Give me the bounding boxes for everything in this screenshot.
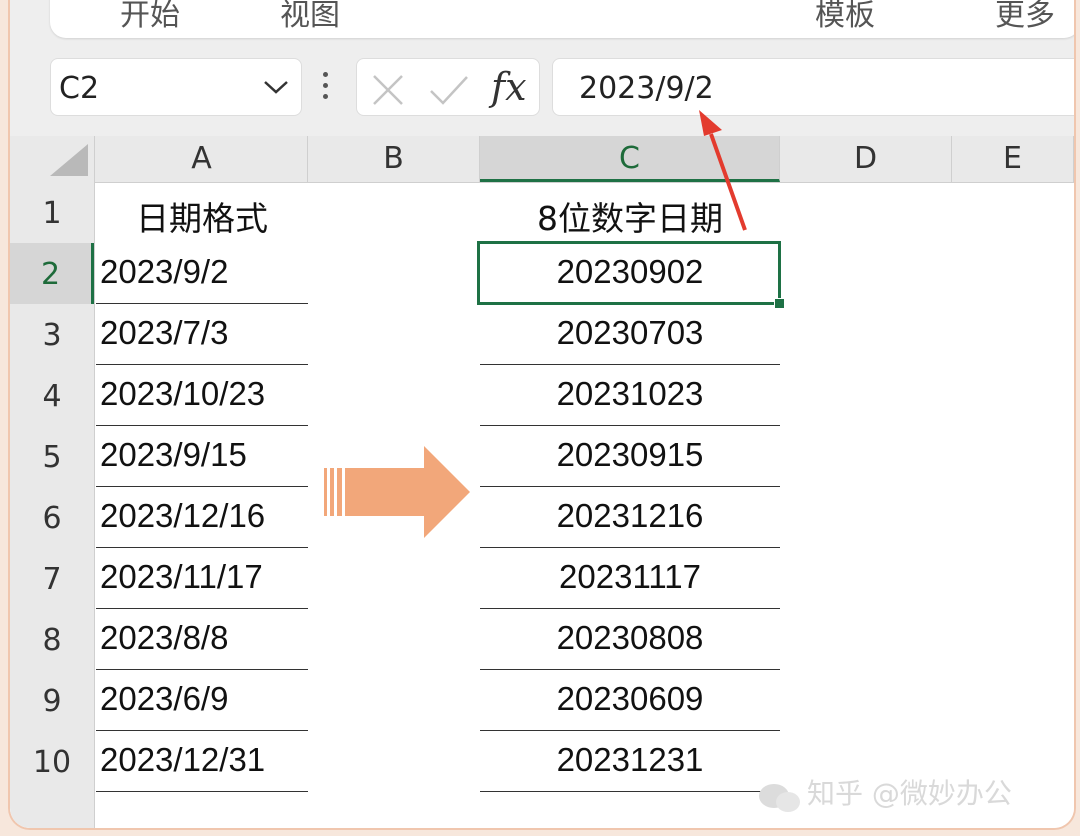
row-header-2[interactable]: 2 [10,243,94,304]
cell-a10[interactable]: 2023/12/31 [96,731,308,792]
row-header-10[interactable]: 10 [10,731,94,792]
column-header-e[interactable]: E [952,136,1074,182]
row-header-7[interactable]: 7 [10,548,94,609]
confirm-icon[interactable] [429,73,469,111]
spreadsheet-grid: A B C D E 1 2 3 4 5 6 7 8 9 10 日期格式 2023… [10,136,1074,828]
cell-c4[interactable]: 20231023 [480,365,780,426]
row-header-1[interactable]: 1 [10,182,94,243]
row-header-3[interactable]: 3 [10,304,94,365]
chevron-down-icon[interactable] [263,79,289,99]
name-box[interactable]: C2 [50,58,302,116]
row-header-9[interactable]: 9 [10,670,94,731]
row-header-6[interactable]: 6 [10,487,94,548]
row-header-column: 1 2 3 4 5 6 7 8 9 10 [10,182,95,828]
cell-c3[interactable]: 20230703 [480,304,780,365]
column-header-b[interactable]: B [308,136,480,182]
row-header-5[interactable]: 5 [10,426,94,487]
ribbon: 开始 视图 模板 更多 C2 fx 2023/9/2 [10,0,1074,136]
more-options-icon[interactable] [323,72,329,105]
wechat-icon [759,784,800,812]
active-cell-outline [477,241,781,305]
fill-handle[interactable] [774,298,785,309]
row-header-4[interactable]: 4 [10,365,94,426]
column-header-row: A B C D E [10,136,1074,183]
transform-arrow-icon [324,446,470,538]
cell-c1[interactable]: 8位数字日期 [480,182,780,243]
ribbon-tab-more[interactable]: 更多 [995,0,1055,34]
cell-a6[interactable]: 2023/12/16 [96,487,308,548]
formula-value: 2023/9/2 [579,71,714,106]
cell-c10[interactable]: 20231231 [480,731,780,792]
cell-c8[interactable]: 20230808 [480,609,780,670]
cell-c5[interactable]: 20230915 [480,426,780,487]
select-all-corner[interactable] [10,136,95,182]
cell-a4[interactable]: 2023/10/23 [96,365,308,426]
name-box-value: C2 [59,71,100,106]
column-header-d[interactable]: D [780,136,952,182]
cell-a7[interactable]: 2023/11/17 [96,548,308,609]
cell-c6[interactable]: 20231216 [480,487,780,548]
cell-c9[interactable]: 20230609 [480,670,780,731]
watermark-text: 知乎 @微妙办公 [807,777,1012,810]
row-header-8[interactable]: 8 [10,609,94,670]
cell-a2[interactable]: 2023/9/2 [96,243,308,304]
ribbon-tab-strip: 开始 视图 模板 更多 [50,0,1074,38]
formula-input[interactable]: 2023/9/2 [552,58,1074,116]
cell-c7[interactable]: 20231117 [480,548,780,609]
ribbon-tab-view[interactable]: 视图 [280,0,340,34]
cell-a5[interactable]: 2023/9/15 [96,426,308,487]
cancel-icon[interactable] [371,73,405,111]
column-header-a[interactable]: A [96,136,308,182]
formula-controls: fx [356,58,540,116]
ribbon-tab-home[interactable]: 开始 [120,0,180,34]
screenshot-frame: 开始 视图 模板 更多 C2 fx 2023/9/2 A B C D E 1 2… [8,0,1076,830]
cell-a1[interactable]: 日期格式 [96,182,308,243]
insert-function-icon[interactable]: fx [491,65,527,109]
cell-a3[interactable]: 2023/7/3 [96,304,308,365]
cell-a8[interactable]: 2023/8/8 [96,609,308,670]
column-header-c[interactable]: C [480,136,780,182]
cell-a9[interactable]: 2023/6/9 [96,670,308,731]
ribbon-tab-template[interactable]: 模板 [815,0,875,34]
